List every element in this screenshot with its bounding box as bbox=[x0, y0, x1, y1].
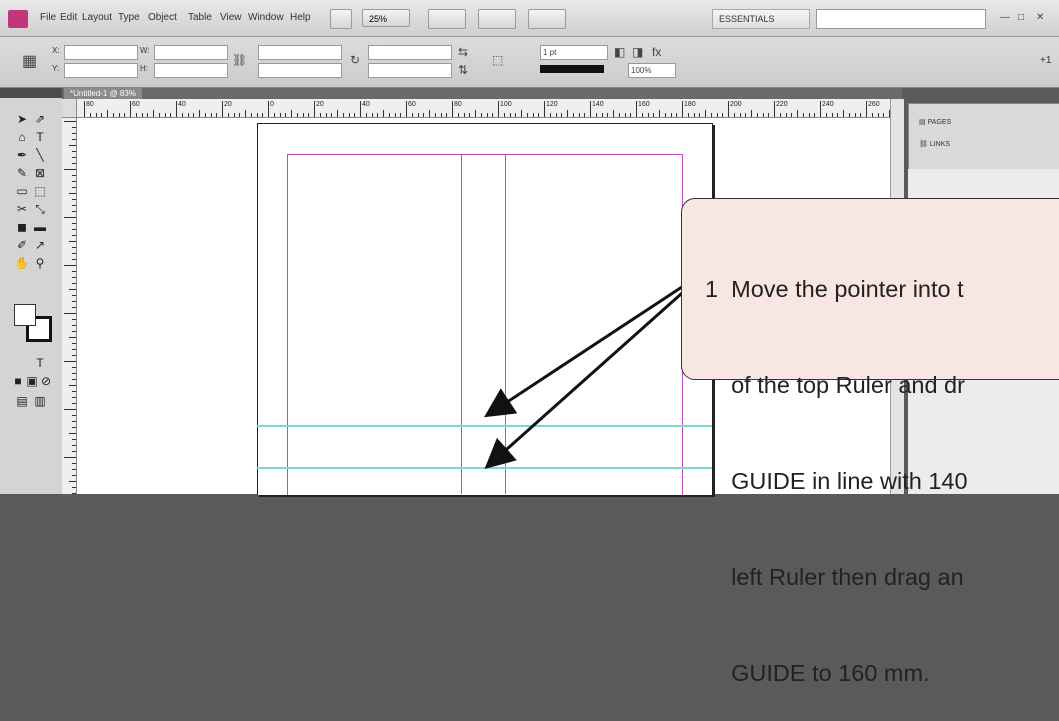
instruction-line-3: GUIDE in line with 140 bbox=[705, 468, 968, 494]
instruction-line-2: of the top Ruler and dr bbox=[705, 372, 965, 398]
instruction-line-5: GUIDE to 160 mm. bbox=[705, 660, 930, 686]
instruction-line-1: 1 Move the pointer into t bbox=[705, 276, 964, 302]
instruction-text: 1 Move the pointer into t of the top Rul… bbox=[705, 209, 1059, 721]
arrow-to-guide-140 bbox=[483, 281, 689, 418]
instruction-line-4: left Ruler then drag an bbox=[705, 564, 964, 590]
arrow-to-guide-160 bbox=[484, 284, 691, 469]
